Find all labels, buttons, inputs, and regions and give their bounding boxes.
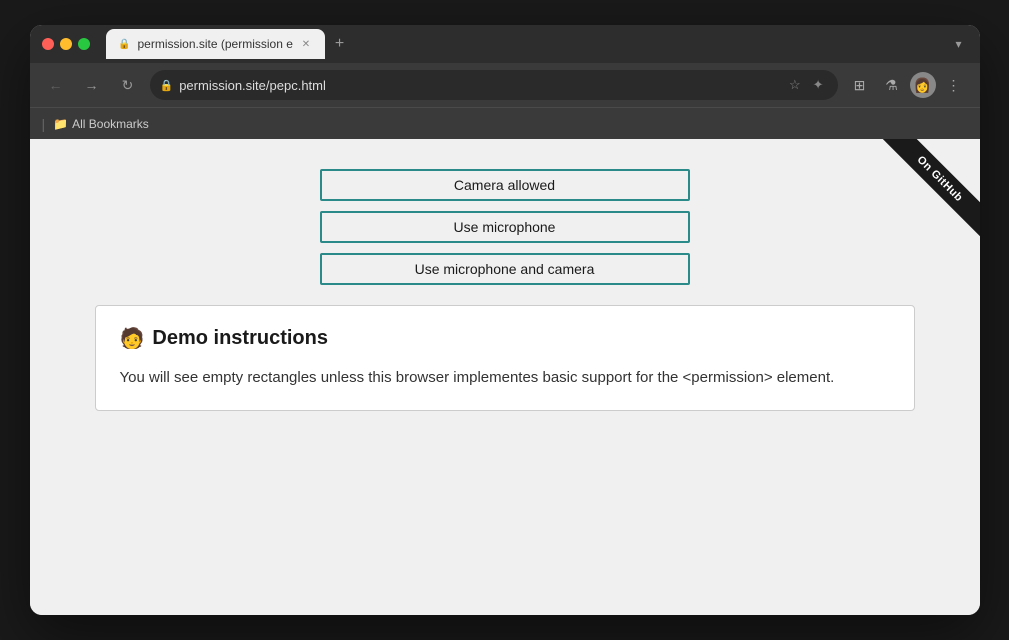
tab-bar: 🔒 permission.site (permission e ✕ + <box>106 29 942 59</box>
title-bar: 🔒 permission.site (permission e ✕ + ▾ <box>30 25 980 63</box>
nav-bar: ← → ↻ 🔒 permission.site/pepc.html ☆ ✦ ⊞ … <box>30 63 980 107</box>
maximize-button[interactable] <box>78 38 90 50</box>
back-button[interactable]: ← <box>42 71 70 99</box>
use-microphone-camera-label: Use microphone and camera <box>415 261 595 277</box>
camera-allowed-button[interactable]: Camera allowed <box>320 169 690 201</box>
puzzle-icon[interactable]: ⊞ <box>846 71 874 99</box>
demo-title-text: Demo instructions <box>152 327 328 350</box>
extensions-icon[interactable]: ✦ <box>809 75 828 95</box>
back-icon: ← <box>49 77 63 93</box>
nav-actions: ⊞ ⚗ 👩 ⋮ <box>846 71 968 99</box>
demo-title: 🧑 Demo instructions <box>120 326 890 351</box>
lock-icon: 🔒 <box>160 79 174 92</box>
browser-window: 🔒 permission.site (permission e ✕ + ▾ ← … <box>30 25 980 615</box>
address-bar[interactable]: 🔒 permission.site/pepc.html ☆ ✦ <box>150 70 838 100</box>
bookmarks-divider: | <box>42 116 46 132</box>
reload-icon: ↻ <box>122 77 134 94</box>
traffic-lights <box>42 38 90 50</box>
address-text: permission.site/pepc.html <box>179 78 779 93</box>
camera-allowed-label: Camera allowed <box>454 177 555 193</box>
avatar-icon: 👩 <box>914 77 931 94</box>
lab-icon[interactable]: ⚗ <box>878 71 906 99</box>
bookmarks-label: All Bookmarks <box>72 117 149 131</box>
minimize-button[interactable] <box>60 38 72 50</box>
more-menu-icon[interactable]: ⋮ <box>940 71 968 99</box>
reload-button[interactable]: ↻ <box>114 71 142 99</box>
star-icon[interactable]: ☆ <box>785 75 805 95</box>
use-microphone-label: Use microphone <box>454 219 556 235</box>
bookmarks-folder[interactable]: 📁 All Bookmarks <box>53 117 149 131</box>
use-microphone-button[interactable]: Use microphone <box>320 211 690 243</box>
new-tab-button[interactable]: + <box>329 33 350 55</box>
close-button[interactable] <box>42 38 54 50</box>
demo-body-text: You will see empty rectangles unless thi… <box>120 367 890 390</box>
demo-instructions-box: 🧑 Demo instructions You will see empty r… <box>95 305 915 411</box>
tabs-chevron-button[interactable]: ▾ <box>949 33 967 55</box>
github-ribbon[interactable]: On GitHub <box>860 139 980 259</box>
folder-icon: 📁 <box>53 117 68 131</box>
use-microphone-camera-button[interactable]: Use microphone and camera <box>320 253 690 285</box>
github-ribbon-label: On GitHub <box>882 139 980 237</box>
demo-emoji: 🧑 <box>120 326 145 351</box>
forward-button[interactable]: → <box>78 71 106 99</box>
active-tab[interactable]: 🔒 permission.site (permission e ✕ <box>106 29 325 59</box>
address-bar-actions: ☆ ✦ <box>785 75 828 95</box>
bookmarks-bar: | 📁 All Bookmarks <box>30 107 980 139</box>
profile-avatar[interactable]: 👩 <box>910 72 936 98</box>
permissions-area: Camera allowed Use microphone Use microp… <box>255 169 755 285</box>
tab-site-icon: 🔒 <box>118 37 132 51</box>
page-content: On GitHub Camera allowed Use microphone … <box>30 139 980 615</box>
tab-label: permission.site (permission e <box>138 37 293 51</box>
forward-icon: → <box>85 77 99 93</box>
tab-close-button[interactable]: ✕ <box>299 37 313 51</box>
